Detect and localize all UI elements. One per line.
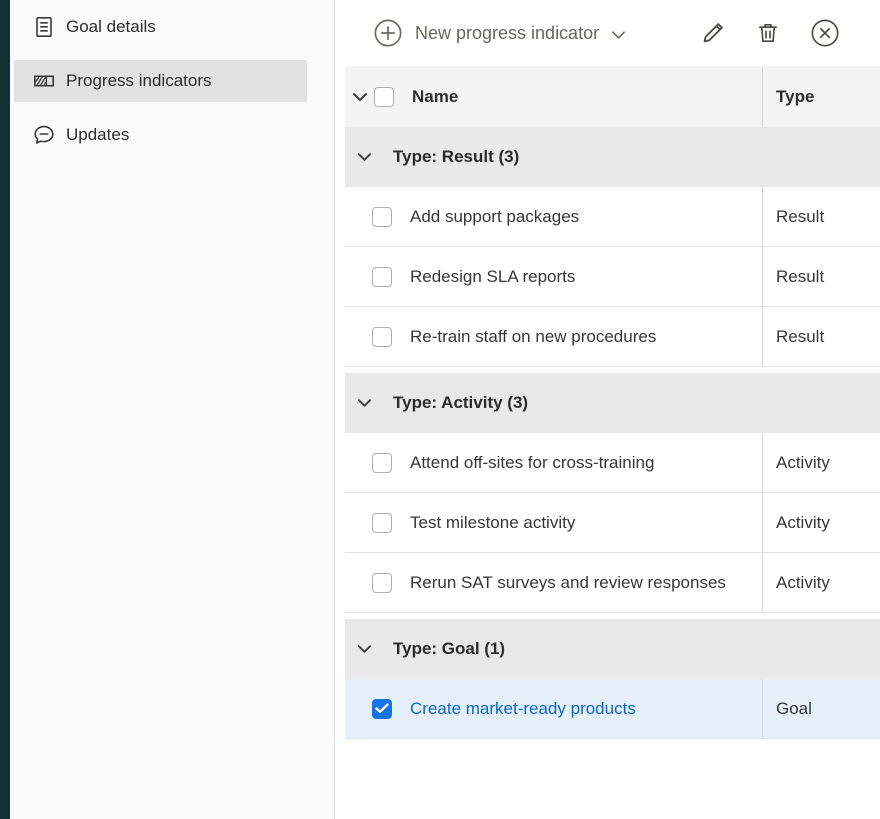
type-cell: Goal <box>762 679 880 738</box>
add-circle-icon <box>373 18 403 48</box>
table-row[interactable]: Re-train staff on new procedures Result <box>345 307 880 367</box>
column-header-name[interactable]: Name <box>412 87 458 107</box>
row-checkbox[interactable] <box>372 267 392 287</box>
table-row[interactable]: Redesign SLA reports Result <box>345 247 880 307</box>
name-cell: Redesign SLA reports <box>345 247 762 306</box>
background-app-strip <box>0 0 10 819</box>
progress-indicators-panel: New progress indicator <box>335 0 880 819</box>
group-header: Type: Activity (3) <box>345 373 880 433</box>
name-cell: Add support packages <box>345 187 762 246</box>
document-icon <box>32 15 56 39</box>
table-row[interactable]: Create market-ready products Goal <box>345 679 880 739</box>
sidebar-item-label: Updates <box>66 125 129 145</box>
progress-indicators-table: Name Type Type: Result (3) Add support p… <box>345 66 880 819</box>
group-header-label: Type: Activity (3) <box>393 393 528 413</box>
row-checkbox[interactable] <box>372 573 392 593</box>
table-footer-space <box>345 739 880 819</box>
toolbar-actions <box>700 18 840 48</box>
row-checkbox[interactable] <box>372 699 392 719</box>
toolbar: New progress indicator <box>345 0 880 66</box>
table-row[interactable]: Test milestone activity Activity <box>345 493 880 553</box>
edit-button[interactable] <box>700 20 726 46</box>
name-cell: Test milestone activity <box>345 493 762 552</box>
name-cell: Re-train staff on new procedures <box>345 307 762 366</box>
row-checkbox[interactable] <box>372 207 392 227</box>
sidebar-item-label: Goal details <box>66 17 156 37</box>
sidebar-item-updates[interactable]: Updates <box>14 114 307 156</box>
group-header-label: Type: Result (3) <box>393 147 519 167</box>
collapse-all-chevron-icon[interactable] <box>352 88 370 106</box>
row-checkbox[interactable] <box>372 327 392 347</box>
type-cell: Result <box>762 307 880 366</box>
close-circle-icon <box>810 18 840 48</box>
group-header-label: Type: Goal (1) <box>393 639 505 659</box>
new-progress-indicator-button[interactable]: New progress indicator <box>373 18 626 48</box>
new-progress-indicator-label: New progress indicator <box>415 23 599 44</box>
name-cell: Attend off-sites for cross-training <box>345 433 762 492</box>
progress-indicator-icon <box>32 69 56 93</box>
chevron-down-icon <box>611 27 626 40</box>
indicator-name[interactable]: Test milestone activity <box>410 508 575 538</box>
sidebar: Goal details Progress indicators Updates <box>10 0 335 819</box>
group-header: Type: Result (3) <box>345 127 880 187</box>
indicator-name[interactable]: Add support packages <box>410 202 579 232</box>
table-row[interactable]: Add support packages Result <box>345 187 880 247</box>
row-checkbox[interactable] <box>372 513 392 533</box>
indicator-name[interactable]: Create market-ready products <box>410 694 636 724</box>
type-cell: Activity <box>762 493 880 552</box>
group-header: Type: Goal (1) <box>345 619 880 679</box>
indicator-name[interactable]: Rerun SAT surveys and review responses <box>410 568 726 598</box>
row-checkbox[interactable] <box>372 453 392 473</box>
trash-icon <box>756 20 780 46</box>
indicator-name[interactable]: Redesign SLA reports <box>410 262 575 292</box>
column-header-type[interactable]: Type <box>762 66 880 127</box>
sidebar-item-progress-indicators[interactable]: Progress indicators <box>14 60 307 102</box>
select-all-checkbox[interactable] <box>374 87 394 107</box>
table-header-name-cell: Name <box>345 66 762 127</box>
name-cell: Create market-ready products <box>345 679 762 738</box>
sidebar-item-label: Progress indicators <box>66 71 212 91</box>
group-collapse-chevron-icon[interactable] <box>357 394 375 412</box>
indicator-name[interactable]: Attend off-sites for cross-training <box>410 448 654 478</box>
name-cell: Rerun SAT surveys and review responses <box>345 553 762 612</box>
table-row[interactable]: Attend off-sites for cross-training Acti… <box>345 433 880 493</box>
type-cell: Activity <box>762 433 880 492</box>
table-header-row: Name Type <box>345 66 880 127</box>
group-collapse-chevron-icon[interactable] <box>357 640 375 658</box>
indicator-name[interactable]: Re-train staff on new procedures <box>410 322 656 352</box>
delete-button[interactable] <box>756 20 780 46</box>
group-collapse-chevron-icon[interactable] <box>357 148 375 166</box>
table-body: Type: Result (3) Add support packages Re… <box>345 127 880 739</box>
type-cell: Result <box>762 187 880 246</box>
type-cell: Activity <box>762 553 880 612</box>
comment-icon <box>32 123 56 147</box>
table-row[interactable]: Rerun SAT surveys and review responses A… <box>345 553 880 613</box>
close-button[interactable] <box>810 18 840 48</box>
edit-pencil-icon <box>700 20 726 46</box>
type-cell: Result <box>762 247 880 306</box>
sidebar-item-goal-details[interactable]: Goal details <box>14 6 307 48</box>
